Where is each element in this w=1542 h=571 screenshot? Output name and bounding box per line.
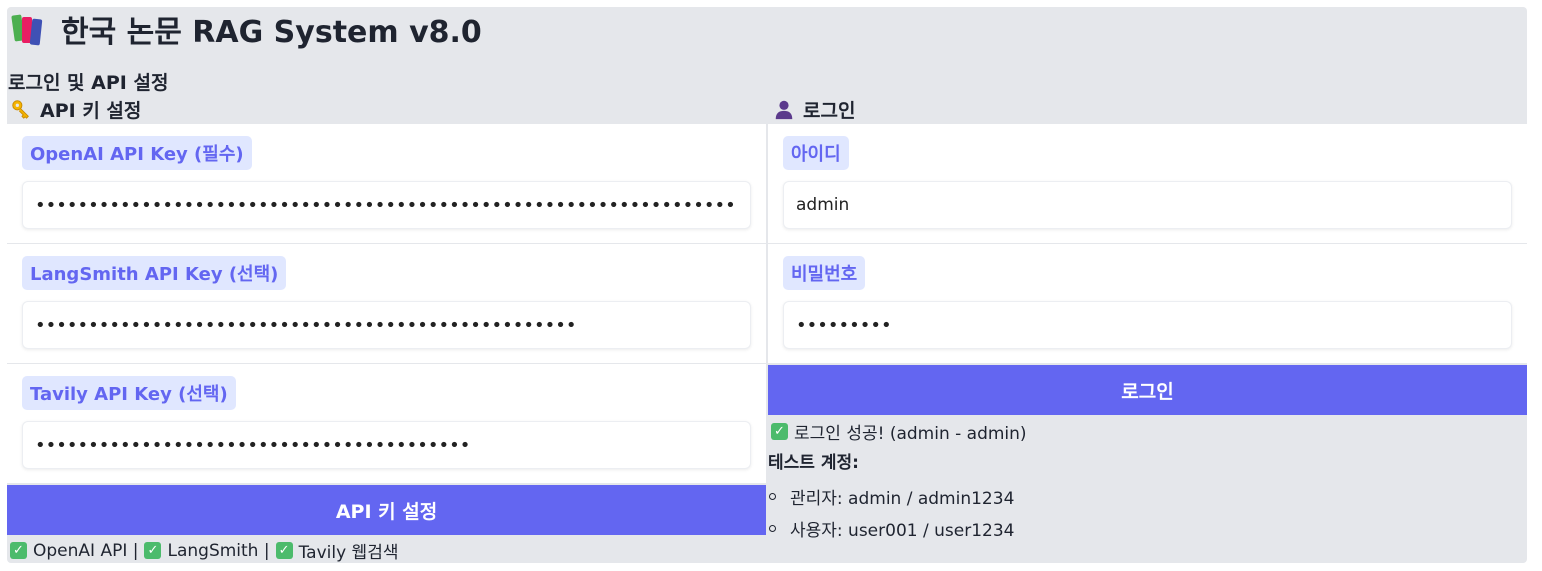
- test-account-admin: 관리자: admin / admin1234: [790, 488, 1015, 509]
- test-account-user: 사용자: user001 / user1234: [790, 520, 1015, 541]
- check-icon: ✓: [144, 542, 162, 559]
- login-panel-header: 로그인: [773, 95, 855, 123]
- login-result: ✓ 로그인 성공! (admin - admin): [771, 419, 1027, 444]
- bullet-icon: [769, 524, 776, 532]
- books-icon: [11, 13, 47, 46]
- langsmith-key-input[interactable]: [22, 301, 751, 349]
- api-panel-header: API 키 설정: [10, 95, 141, 123]
- app-title: 한국 논문 RAG System v8.0: [61, 15, 482, 50]
- username-label: 아이디: [783, 136, 849, 170]
- list-item: 사용자: user001 / user1234: [768, 512, 1014, 544]
- langsmith-status: LangSmith |: [167, 540, 270, 561]
- app-header: 한국 논문 RAG System v8.0: [11, 11, 482, 50]
- user-icon: [775, 100, 793, 120]
- openai-key-group: OpenAI API Key (필수): [7, 124, 766, 244]
- login-button[interactable]: 로그인: [768, 365, 1527, 415]
- section-title: 로그인 및 API 설정: [8, 72, 169, 94]
- test-accounts-list: 관리자: admin / admin1234 사용자: user001 / us…: [768, 480, 1014, 544]
- langsmith-key-group: LangSmith API Key (선택): [7, 244, 766, 364]
- password-group: 비밀번호: [768, 244, 1527, 364]
- username-group: 아이디: [768, 124, 1527, 244]
- openai-status: OpenAI API |: [33, 540, 139, 561]
- openai-key-input[interactable]: [22, 181, 751, 229]
- api-status: ✓ OpenAI API | ✓ LangSmith | ✓ Tavily 웹검…: [10, 538, 398, 563]
- login-result-text: 로그인 성공! (admin - admin): [794, 424, 1027, 444]
- set-api-key-button[interactable]: API 키 설정: [7, 485, 766, 535]
- tavily-key-label: Tavily API Key (선택): [22, 376, 236, 410]
- password-label: 비밀번호: [783, 256, 866, 290]
- login-panel-title: 로그인: [803, 99, 856, 122]
- tavily-key-group: Tavily API Key (선택): [7, 364, 766, 484]
- username-input[interactable]: [783, 181, 1512, 229]
- langsmith-key-label: LangSmith API Key (선택): [22, 256, 287, 290]
- check-icon: ✓: [10, 542, 27, 559]
- test-accounts-title: 테스트 계정:: [768, 453, 859, 473]
- check-icon: ✓: [771, 423, 788, 440]
- tavily-status: Tavily 웹검색: [298, 543, 399, 563]
- api-panel-title: API 키 설정: [40, 99, 142, 122]
- password-input[interactable]: [783, 301, 1512, 349]
- openai-key-label: OpenAI API Key (필수): [22, 136, 252, 170]
- tavily-key-input[interactable]: [22, 421, 751, 469]
- key-icon: [12, 100, 29, 119]
- bullet-icon: [769, 492, 776, 500]
- app-frame: 한국 논문 RAG System v8.0 로그인 및 API 설정 API 키…: [7, 7, 1527, 563]
- check-icon: ✓: [275, 542, 293, 559]
- list-item: 관리자: admin / admin1234: [768, 480, 1014, 512]
